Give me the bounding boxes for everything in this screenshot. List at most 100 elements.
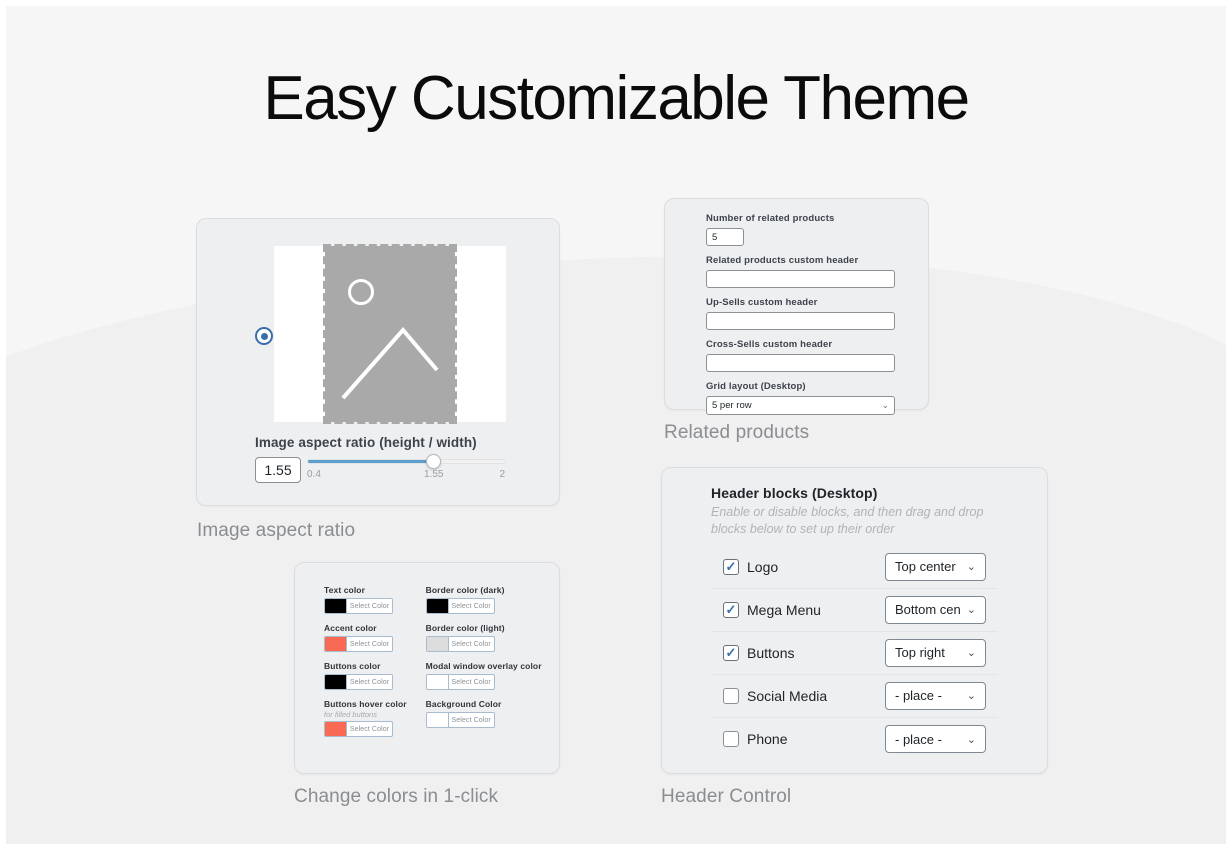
select-color-button[interactable]: Select Color <box>449 713 494 727</box>
grid-layout-select-value: 5 per row <box>712 400 752 411</box>
custom-header-input[interactable] <box>706 354 895 372</box>
custom-header-input[interactable] <box>706 270 895 288</box>
header-block-name: Logo <box>747 558 779 575</box>
aspect-ratio-slider[interactable]: 0.4 1.55 2 <box>307 454 505 480</box>
color-swatch[interactable] <box>325 722 347 736</box>
chevron-down-icon: ⌄ <box>966 647 976 660</box>
color-picker-control[interactable]: Select Color <box>425 712 495 728</box>
color-picker-control[interactable]: Select Color <box>425 674 495 690</box>
header-block-name: Mega Menu <box>747 601 821 618</box>
color-swatch[interactable] <box>426 599 449 613</box>
color-picker-cell: Accent color Select Color <box>324 623 407 652</box>
color-swatch[interactable] <box>325 675 347 689</box>
related-field-label: Up-Sells custom header <box>706 297 818 308</box>
select-color-button[interactable]: Select Color <box>347 675 392 689</box>
aspect-ratio-value-input[interactable]: 1.55 <box>255 457 301 483</box>
color-picker-label: Buttons hover color <box>324 699 407 709</box>
related-field-label: Number of related products <box>706 213 835 224</box>
header-block-placement-select[interactable]: - place - ⌄ <box>885 681 986 710</box>
radio-dot-icon <box>260 332 268 340</box>
colors-card: Text color Select Color Border color (dark… <box>294 562 560 774</box>
color-picker-label: Modal window overlay color <box>425 661 542 671</box>
color-swatch[interactable] <box>325 599 347 613</box>
check-icon: ✓ <box>725 644 737 660</box>
header-block-placement-value: Top right <box>895 645 945 661</box>
color-swatch[interactable] <box>426 675 449 689</box>
related-field-group: Related products custom header <box>706 255 895 288</box>
related-count-input[interactable]: 5 <box>706 228 744 246</box>
related-field-label: Grid layout (Desktop) <box>706 381 806 392</box>
related-products-card: Number of related products 5 Related produ… <box>664 198 929 415</box>
header-block-row[interactable]: ✓ Social Media - place - ⌄ <box>711 675 998 718</box>
header-block-row-left: ✓ Social Media <box>723 687 828 704</box>
related-field-group: Number of related products 5 <box>706 213 895 246</box>
check-icon: ✓ <box>725 601 737 617</box>
slider-max-tick: 2 <box>499 469 505 480</box>
check-icon: ✓ <box>725 558 737 574</box>
header-block-placement-value: Bottom cen <box>895 602 961 618</box>
color-picker-control[interactable]: Select Color <box>324 721 393 737</box>
header-block-row[interactable]: ✓ Mega Menu Bottom cen ⌄ <box>711 589 998 632</box>
header-block-row[interactable]: ✓ Phone - place - ⌄ <box>711 718 998 761</box>
header-block-checkbox[interactable]: ✓ <box>723 558 739 575</box>
header-block-row[interactable]: ✓ Buttons Top right ⌄ <box>711 632 998 675</box>
header-blocks-panel: Header blocks (Desktop) Enable or disabl… <box>711 485 998 761</box>
color-picker-label: Accent color <box>324 623 377 633</box>
custom-header-input[interactable] <box>706 312 895 330</box>
header-block-checkbox[interactable]: ✓ <box>723 687 739 704</box>
aspect-ratio-field-label: Image aspect ratio (height / width) <box>255 435 477 450</box>
select-color-button[interactable]: Select Color <box>347 599 392 613</box>
select-color-button[interactable]: Select Color <box>449 637 494 651</box>
slider-track[interactable] <box>307 454 505 469</box>
page-title: Easy Customizable Theme <box>263 64 970 133</box>
select-color-button[interactable]: Select Color <box>347 722 392 736</box>
placeholder-mountain-icon <box>341 326 439 400</box>
color-picker-cell: Border color (light) Select Color <box>425 623 542 652</box>
related-field-group: Up-Sells custom header <box>706 297 895 330</box>
color-swatch[interactable] <box>325 637 347 651</box>
color-picker-control[interactable]: Select Color <box>425 598 495 614</box>
header-block-name: Phone <box>747 731 788 748</box>
chevron-down-icon: ⌄ <box>966 604 976 617</box>
header-block-placement-select[interactable]: - place - ⌄ <box>885 725 986 754</box>
header-block-row-left: ✓ Logo <box>723 558 779 575</box>
related-field-group: Cross-Sells custom header <box>706 339 895 372</box>
color-picker-label: Border color (dark) <box>425 585 505 595</box>
color-picker-control[interactable]: Select Color <box>324 674 393 690</box>
color-picker-cell: Border color (dark) Select Color <box>425 585 542 614</box>
page-canvas: Easy Customizable Theme Image aspect rat… <box>6 6 1226 844</box>
chevron-down-icon: ⌄ <box>966 733 976 746</box>
chevron-down-icon: ⌄ <box>966 690 976 703</box>
aspect-ratio-radio[interactable] <box>255 327 273 345</box>
color-picker-control[interactable]: Select Color <box>324 598 393 614</box>
header-block-placement-select[interactable]: Top right ⌄ <box>885 638 986 667</box>
slider-fill <box>308 460 434 463</box>
header-block-placement-select[interactable]: Bottom cen ⌄ <box>885 595 986 624</box>
slider-thumb[interactable] <box>426 454 442 469</box>
header-block-row-left: ✓ Mega Menu <box>723 601 821 618</box>
header-block-placement-select[interactable]: Top center ⌄ <box>885 552 986 581</box>
related-field-group: Grid layout (Desktop) 5 per row ⌄ <box>706 381 895 415</box>
header-block-row[interactable]: ✓ Logo Top center ⌄ <box>711 546 998 589</box>
color-pickers-grid: Text color Select Color Border color (dark… <box>324 585 542 737</box>
color-swatch[interactable] <box>426 713 449 727</box>
color-picker-control[interactable]: Select Color <box>324 636 393 652</box>
header-block-checkbox[interactable]: ✓ <box>723 644 739 661</box>
header-block-checkbox[interactable]: ✓ <box>723 731 739 748</box>
header-block-name: Buttons <box>747 644 795 661</box>
grid-layout-select[interactable]: 5 per row ⌄ <box>706 396 895 415</box>
header-block-checkbox[interactable]: ✓ <box>723 601 739 618</box>
caption-image-aspect-ratio: Image aspect ratio <box>197 520 356 541</box>
color-picker-cell: Buttons color Select Color <box>324 661 407 690</box>
select-color-button[interactable]: Select Color <box>449 599 494 613</box>
header-block-name: Social Media <box>747 687 828 704</box>
color-picker-cell: Buttons hover color for filled buttons Sel… <box>324 699 407 737</box>
slider-current-tick: 1.55 <box>423 469 444 480</box>
color-picker-control[interactable]: Select Color <box>425 636 495 652</box>
color-swatch[interactable] <box>426 637 449 651</box>
related-products-fields: Number of related products 5 Related produ… <box>706 213 895 424</box>
header-blocks-title: Header blocks (Desktop) <box>711 485 878 501</box>
select-color-button[interactable]: Select Color <box>347 637 392 651</box>
select-color-button[interactable]: Select Color <box>449 675 494 689</box>
color-picker-sublabel: for filled buttons <box>324 710 377 719</box>
